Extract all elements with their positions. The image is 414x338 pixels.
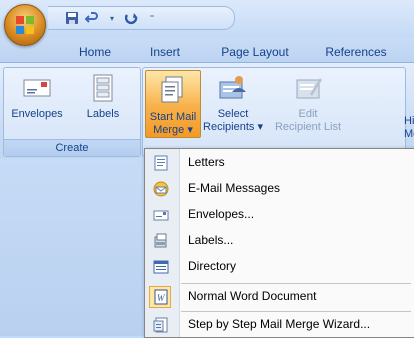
create-group: Envelopes Labels Create: [3, 67, 141, 157]
select-recipients-button[interactable]: Select Recipients ▾: [201, 72, 265, 134]
labels-icon: [154, 233, 167, 248]
redo-icon[interactable]: [124, 10, 140, 26]
envelopes-label: Envelopes: [11, 108, 63, 120]
menu-item-directory-label: Directory: [188, 259, 237, 273]
menu-item-email-messages[interactable]: E-Mail Messages: [145, 177, 414, 201]
menu-item-envelopes[interactable]: Envelopes...: [145, 203, 414, 227]
tab-page-layout[interactable]: Page Layout: [213, 42, 297, 62]
tab-insert[interactable]: Insert: [140, 42, 190, 62]
tab-references[interactable]: References: [316, 42, 396, 62]
wizard-icon: [153, 317, 168, 333]
email-message-icon: [153, 181, 169, 197]
menu-item-mail-merge-wizard-label: Step by Step Mail Merge Wizard...: [188, 317, 371, 331]
edit-recipient-list-button[interactable]: Edit Recipient List: [267, 72, 349, 134]
select-recipients-icon: [219, 76, 246, 99]
undo-dropdown-icon[interactable]: ▾: [104, 10, 120, 26]
undo-icon[interactable]: [84, 10, 100, 26]
create-group-label: Create: [4, 139, 140, 156]
envelope-icon: [153, 210, 169, 221]
word-document-icon: W: [154, 289, 168, 305]
select-recipients-label-1: Select: [217, 108, 249, 120]
quick-access-toolbar: ▾ ⁼: [48, 6, 235, 30]
labels-label: Labels: [86, 108, 120, 120]
save-icon[interactable]: [64, 10, 80, 26]
envelopes-button[interactable]: Envelopes: [6, 72, 68, 121]
start-mail-merge-menu: Letters E-Mail Messages Envelopes... Lab…: [144, 148, 414, 338]
labels-icon: [93, 74, 113, 102]
labels-button[interactable]: Labels: [72, 72, 134, 121]
menu-item-directory[interactable]: Directory: [145, 255, 414, 279]
menu-item-email-messages-label: E-Mail Messages: [188, 181, 281, 195]
customize-arrow-icon[interactable]: ⁼: [144, 10, 160, 26]
edit-recipient-list-icon: [296, 78, 322, 99]
menu-separator: [181, 283, 411, 284]
office-logo-icon: [16, 16, 34, 34]
start-mail-merge-label-2: Merge ▾: [153, 124, 193, 136]
menu-item-labels-label: Labels...: [188, 233, 234, 247]
ribbon: Envelopes Labels Create Start Mail Merge…: [0, 62, 414, 159]
edit-recipient-list-label-2: Recipient List: [274, 121, 342, 133]
menu-separator: [181, 311, 411, 312]
menu-item-mail-merge-wizard[interactable]: Step by Step Mail Merge Wizard...: [145, 313, 414, 337]
start-mail-merge-label-1: Start Mail: [149, 111, 197, 123]
highlight-label-2: Merg: [404, 128, 414, 140]
menu-item-labels[interactable]: Labels...: [145, 229, 414, 253]
document-background: [0, 158, 144, 336]
menu-item-letters[interactable]: Letters: [145, 151, 414, 175]
letter-document-icon: [154, 155, 168, 171]
menu-item-letters-label: Letters: [188, 155, 225, 169]
start-mail-merge-icon: [161, 76, 183, 103]
ribbon-tabs: Home Insert Page Layout References: [0, 38, 414, 62]
highlight-label-1: Hig: [404, 115, 414, 127]
edit-recipient-list-label-1: Edit: [298, 108, 318, 120]
highlight-merge-fields-button[interactable]: Hig Merg: [404, 115, 414, 141]
start-mail-merge-button[interactable]: Start Mail Merge ▾: [145, 70, 201, 138]
menu-item-normal-word-document[interactable]: W Normal Word Document: [145, 285, 414, 309]
select-recipients-label-2: Recipients ▾: [203, 121, 263, 133]
tab-home[interactable]: Home: [70, 42, 120, 62]
menu-item-envelopes-label: Envelopes...: [188, 207, 255, 221]
office-button[interactable]: [4, 4, 46, 46]
envelope-icon: [23, 79, 51, 97]
menu-item-normal-word-document-label: Normal Word Document: [188, 289, 317, 303]
start-mail-merge-group: Start Mail Merge ▾ Select Recipients ▾ E…: [142, 67, 406, 157]
directory-icon: [153, 260, 169, 274]
